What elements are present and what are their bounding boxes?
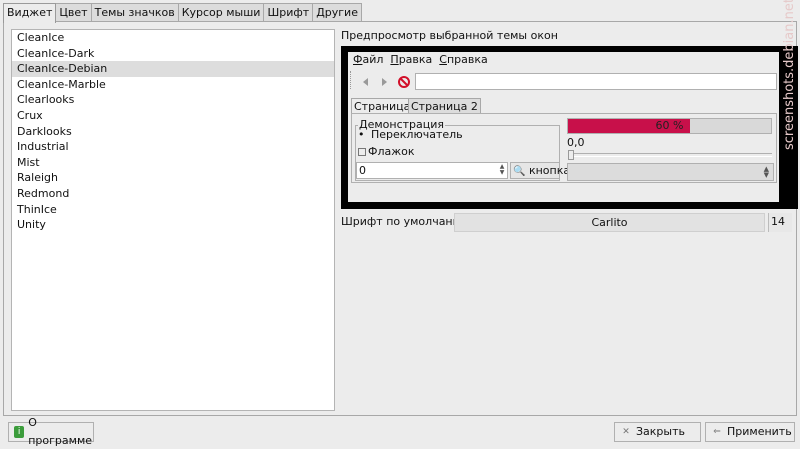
back-arrow-icon[interactable]: [359, 75, 373, 89]
progress-text: 60 %: [655, 119, 684, 132]
theme-list-item[interactable]: CleanIce-Dark: [12, 46, 334, 62]
radio-dot-icon: •: [358, 128, 365, 141]
theme-list-item[interactable]: Clearlooks: [12, 92, 334, 108]
theme-list-item[interactable]: Crux: [12, 108, 334, 124]
theme-list-item[interactable]: Unity: [12, 217, 334, 233]
theme-list-item[interactable]: Redmond: [12, 186, 334, 202]
preview-statusbar: [348, 189, 791, 203]
theme-list-item[interactable]: CleanIce-Marble: [12, 77, 334, 93]
tab-other[interactable]: Другие: [312, 3, 362, 22]
close-button-label: Закрыть: [636, 425, 685, 438]
theme-list-item[interactable]: Industrial: [12, 139, 334, 155]
magnifier-icon: 🔍: [513, 166, 526, 177]
stop-icon[interactable]: [397, 75, 411, 89]
theme-list-item[interactable]: CleanIce: [12, 30, 334, 46]
apply-button[interactable]: ⇐ Применить: [705, 422, 795, 442]
menu-help[interactable]: Справка: [439, 53, 487, 68]
menu-file[interactable]: Файл: [353, 53, 383, 68]
slider-value: 0,0: [567, 136, 585, 149]
progress-bar: 60 %: [567, 118, 772, 134]
slider-handle[interactable]: [568, 150, 574, 160]
tab-font[interactable]: Шрифт: [263, 3, 314, 22]
spin-box[interactable]: 0 ▲ ▼: [356, 162, 508, 179]
theme-list-item[interactable]: Darklooks: [12, 124, 334, 140]
slider-track[interactable]: [569, 153, 772, 157]
radio-label: Переключатель: [371, 128, 463, 141]
tab-widget[interactable]: Виджет: [3, 3, 57, 23]
info-icon: i: [14, 426, 25, 438]
font-size-value: 14: [768, 213, 792, 232]
default-font-label: Шрифт по умолчанию:: [341, 215, 473, 228]
checkbox-box-icon: [358, 147, 366, 156]
font-select-button[interactable]: Carlito: [454, 213, 765, 232]
forward-arrow-icon[interactable]: [377, 75, 391, 89]
tab-color[interactable]: Цвет: [55, 3, 92, 22]
apply-button-label: Применить: [727, 425, 792, 438]
close-icon: ✕: [622, 427, 630, 437]
radio-button[interactable]: • Переключатель: [358, 128, 463, 141]
theme-list-item[interactable]: Mist: [12, 155, 334, 171]
about-button[interactable]: i О программе: [8, 416, 94, 447]
theme-list[interactable]: CleanIce CleanIce-Dark CleanIce-Debian C…: [11, 29, 335, 411]
demo-button[interactable]: 🔍 кнопка: [510, 162, 570, 179]
theme-list-item[interactable]: Raleigh: [12, 170, 334, 186]
preview-menubar: Файл Правка Справка: [353, 53, 495, 68]
checkbox-label: Флажок: [368, 145, 415, 158]
watermark-text: screenshots.debian.net: [782, 0, 797, 150]
theme-list-item-selected[interactable]: CleanIce-Debian: [12, 61, 334, 77]
apply-icon: ⇐: [713, 427, 721, 437]
url-input[interactable]: [415, 73, 777, 90]
toolbar-handle[interactable]: [350, 71, 351, 89]
preview-title: Предпросмотр выбранной темы окон: [341, 29, 558, 42]
demo-button-label: кнопка: [528, 164, 571, 177]
combo-arrows-icon: ▲ ▼: [763, 165, 769, 179]
spin-value: 0: [359, 164, 366, 177]
menu-edit[interactable]: Правка: [390, 53, 432, 68]
checkbox[interactable]: Флажок: [358, 145, 415, 158]
tab-icon-themes[interactable]: Темы значков: [90, 3, 179, 22]
spin-arrows-icon[interactable]: ▲ ▼: [498, 164, 506, 176]
tab-bar: Виджет Цвет Темы значков Курсор мыши Шри…: [3, 3, 362, 23]
close-button[interactable]: ✕ Закрыть: [614, 422, 701, 442]
about-button-label: О программе: [28, 416, 93, 447]
tab-mouse-cursor[interactable]: Курсор мыши: [177, 3, 265, 22]
preview-tab-page2[interactable]: Страница 2: [408, 98, 481, 114]
combo-box[interactable]: ▲ ▼: [567, 163, 774, 181]
theme-list-item[interactable]: ThinIce: [12, 202, 334, 218]
